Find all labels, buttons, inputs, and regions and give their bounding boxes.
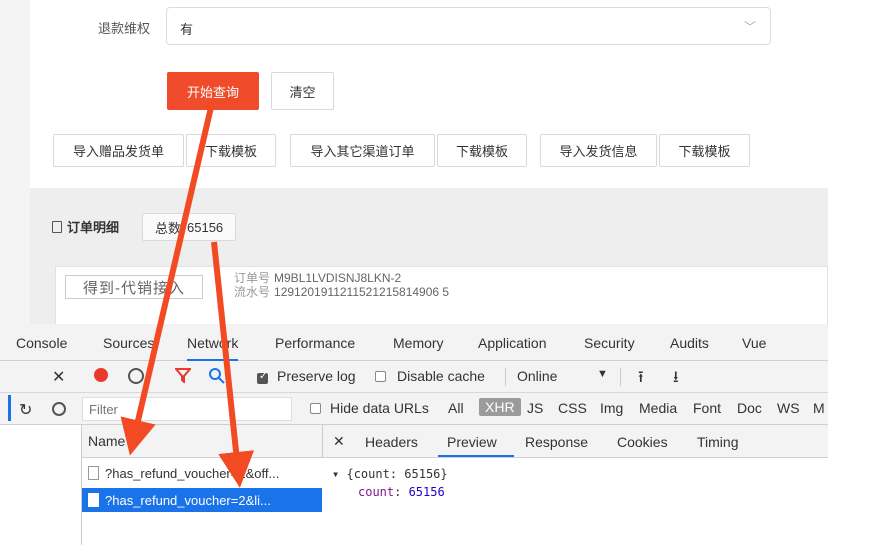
close-icon[interactable]: ✕	[333, 433, 345, 450]
tab-preview[interactable]: Preview	[447, 434, 497, 450]
request-name: ?has_refund_voucher=2&off...	[105, 465, 280, 481]
refund-select[interactable]: 有 ﹀	[166, 7, 771, 45]
refund-select-value: 有	[180, 22, 194, 37]
record-icon[interactable]	[94, 368, 108, 382]
left-gutter	[0, 0, 30, 330]
toolbar-divider	[620, 368, 621, 386]
total-value: 65156	[187, 219, 224, 235]
preserve-log-label: Preserve log	[277, 368, 356, 384]
order-detail-title: 订单明细	[52, 217, 119, 236]
expand-triangle-icon[interactable]: ▾	[332, 467, 339, 481]
request-row-selected[interactable]: ?has_refund_voucher=2&li...	[82, 488, 322, 512]
search-icon[interactable]	[208, 367, 226, 385]
type-filter-font[interactable]: Font	[693, 400, 721, 416]
total-label: 总数	[155, 220, 182, 236]
filter-icon[interactable]	[175, 367, 191, 383]
document-icon	[52, 220, 62, 233]
hide-data-urls-checkbox[interactable]	[310, 403, 321, 414]
tab-headers[interactable]: Headers	[365, 434, 418, 450]
download-template-button[interactable]: 下载模板	[186, 134, 276, 167]
caret-down-icon[interactable]: ▼	[597, 368, 608, 380]
download-template-button[interactable]: 下载模板	[437, 134, 527, 167]
type-filter-css[interactable]: CSS	[558, 400, 587, 416]
search-button[interactable]: 开始查询	[167, 72, 259, 110]
download-template-button[interactable]: 下载模板	[659, 134, 750, 167]
type-filter-doc[interactable]: Doc	[737, 400, 762, 416]
block-icon[interactable]	[52, 402, 66, 416]
clear-log-icon[interactable]	[128, 368, 144, 384]
order-detail-title-text: 订单明细	[67, 220, 120, 235]
type-filter-all[interactable]: All	[448, 400, 464, 416]
import-har-icon[interactable]: ⭱	[638, 366, 644, 393]
serial-no: 1291201911211521215814906 5	[274, 285, 450, 299]
import-shipping-info-button[interactable]: 导入发货信息	[540, 134, 657, 167]
order-meta: 订单号 M9BL1LVDISNJ8LKN-2 流水号 129120191121152…	[234, 271, 449, 299]
request-name: ?has_refund_voucher=2&li...	[105, 492, 271, 508]
file-icon	[88, 493, 99, 507]
clear-button[interactable]: 清空	[271, 72, 334, 110]
tab-sources[interactable]: Sources	[103, 335, 154, 351]
tab-performance[interactable]: Performance	[275, 335, 355, 351]
tab-timing[interactable]: Timing	[697, 434, 739, 450]
panel-active-marker	[8, 395, 11, 421]
tab-response[interactable]: Response	[525, 434, 588, 450]
preview-pane: ▾ {count: 65156} count: 65156	[332, 467, 448, 499]
order-no: M9BL1LVDISNJ8LKN-2	[274, 271, 402, 285]
preview-summary: {count: 65156}	[346, 467, 448, 481]
reload-icon[interactable]: ↻	[19, 400, 32, 420]
filter-input[interactable]	[82, 397, 292, 421]
type-filter-ws[interactable]: WS	[777, 400, 800, 416]
throttle-select[interactable]: Online	[517, 368, 557, 384]
tab-network[interactable]: Network	[187, 335, 239, 361]
type-filter-media[interactable]: Media	[639, 400, 677, 416]
refund-label: 退款维权	[98, 21, 151, 36]
hide-data-urls-label: Hide data URLs	[330, 400, 429, 416]
tab-application[interactable]: Application	[478, 335, 547, 351]
tab-memory[interactable]: Memory	[393, 335, 444, 351]
disable-cache-label: Disable cache	[397, 368, 485, 384]
tab-vue[interactable]: Vue	[742, 335, 766, 351]
shop-name: 得到-代销接入	[65, 275, 203, 299]
preview-key: count	[358, 485, 395, 499]
toolbar-divider	[505, 368, 506, 386]
serial-no-label: 流水号	[234, 285, 271, 299]
chevron-down-icon: ﹀	[743, 20, 756, 34]
type-filter-xhr[interactable]: XHR	[479, 398, 521, 416]
file-icon	[88, 466, 99, 480]
preview-value: 65156	[408, 485, 445, 499]
tab-security[interactable]: Security	[584, 335, 635, 351]
type-filter-img[interactable]: Img	[600, 400, 623, 416]
import-other-channel-button[interactable]: 导入其它渠道订单	[290, 134, 435, 167]
disable-cache-checkbox[interactable]	[375, 371, 386, 382]
tab-audits[interactable]: Audits	[670, 335, 709, 351]
tab-cookies[interactable]: Cookies	[617, 434, 668, 450]
import-gift-shipment-button[interactable]: 导入赠品发货单	[53, 134, 184, 167]
export-har-icon[interactable]: ⭳	[673, 366, 679, 393]
preserve-log-checkbox[interactable]	[257, 371, 268, 384]
active-tab-underline	[438, 455, 514, 457]
tab-console[interactable]: Console	[16, 335, 67, 351]
request-row[interactable]: ?has_refund_voucher=2&off...	[82, 461, 322, 485]
total-count-chip: 总数 65156	[142, 213, 237, 241]
order-no-label: 订单号	[234, 271, 271, 285]
type-filter-js[interactable]: JS	[527, 400, 543, 416]
name-column-header[interactable]: Name	[82, 425, 322, 458]
close-drawer-icon[interactable]: ✕	[52, 367, 65, 387]
type-filter-manifest[interactable]: M	[813, 400, 825, 416]
